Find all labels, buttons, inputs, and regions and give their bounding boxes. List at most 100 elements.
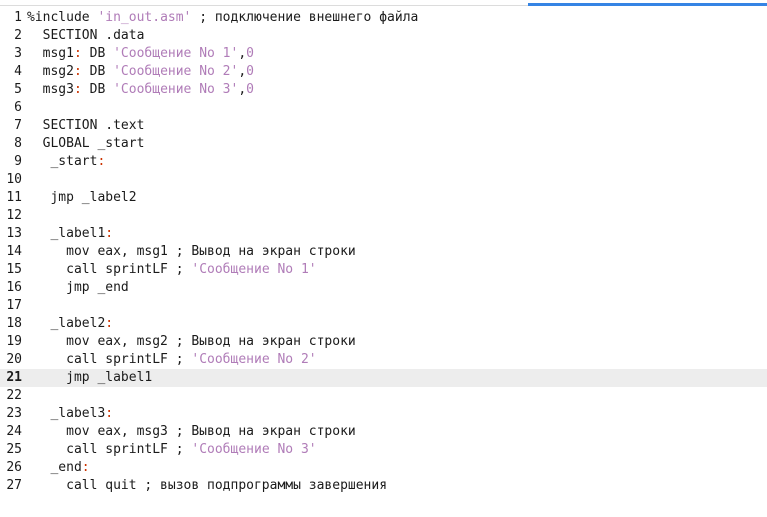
code-token: SECTION .data — [27, 28, 145, 43]
code-line[interactable]: 16 jmp _end — [0, 279, 767, 297]
code-token: jmp _label1 — [27, 370, 153, 385]
code-line[interactable]: 6 — [0, 99, 767, 117]
code-editor[interactable]: 1 %include 'in_out.asm' ; подключение вне… — [0, 9, 767, 495]
line-number: 20 — [6, 352, 22, 367]
code-line[interactable]: 26 _end: — [0, 459, 767, 477]
label-colon: : — [81, 460, 90, 475]
code-line[interactable]: 23 _label3: — [0, 405, 767, 423]
code-line[interactable]: 20 call sprintLF ; 'Сообщение No 2' — [0, 351, 767, 369]
code-line[interactable]: 27 call quit ; вызов подпрограммы заверш… — [0, 477, 767, 495]
code-line[interactable]: 22 — [0, 387, 767, 405]
code-token: GLOBAL _start — [27, 136, 145, 151]
code-text[interactable]: msg3: DB 'Сообщение No 3',0 — [27, 81, 254, 99]
line-number: 9 — [14, 154, 22, 169]
code-token: DB — [81, 82, 114, 97]
code-token: _end — [27, 460, 82, 475]
line-number: 18 — [6, 316, 22, 331]
code-text[interactable]: jmp _label1 — [27, 369, 152, 387]
code-token: mov eax, msg1 ; Вывод на экран строки — [27, 244, 356, 259]
code-line[interactable]: 17 — [0, 297, 767, 315]
code-text[interactable]: mov eax, msg3 ; Вывод на экран строки — [27, 423, 356, 441]
code-line[interactable]: 7 SECTION .text — [0, 117, 767, 135]
number-literal: 0 — [246, 64, 254, 79]
code-text[interactable]: call quit ; вызов подпрограммы завершени… — [27, 477, 387, 495]
line-number: 11 — [6, 190, 22, 205]
string-literal: 'Сообщение No 1' — [191, 262, 317, 277]
code-text[interactable]: _label1: — [27, 225, 113, 243]
code-text[interactable]: jmp _end — [27, 279, 129, 297]
code-line[interactable]: 8 GLOBAL _start — [0, 135, 767, 153]
line-number: 7 — [14, 118, 22, 133]
code-token: DB — [81, 64, 114, 79]
code-line[interactable]: 25 call sprintLF ; 'Сообщение No 3' — [0, 441, 767, 459]
code-text[interactable]: SECTION .data — [27, 27, 145, 45]
code-line[interactable]: 4 msg2: DB 'Сообщение No 2',0 — [0, 63, 767, 81]
line-number: 15 — [6, 262, 22, 277]
code-line[interactable]: 15 call sprintLF ; 'Сообщение No 1' — [0, 261, 767, 279]
line-number: 21 — [6, 370, 22, 385]
label-colon: : — [105, 316, 114, 331]
code-line[interactable]: 1 %include 'in_out.asm' ; подключение вне… — [0, 9, 767, 27]
line-number: 25 — [6, 442, 22, 457]
code-text[interactable]: mov eax, msg1 ; Вывод на экран строки — [27, 243, 356, 261]
code-token: call sprintLF ; — [27, 262, 192, 277]
code-line[interactable]: 3 msg1: DB 'Сообщение No 1',0 — [0, 45, 767, 63]
string-literal: 'in_out.asm' — [97, 10, 192, 25]
line-number: 26 — [6, 460, 22, 475]
line-number: 19 — [6, 334, 22, 349]
line-number: 8 — [14, 136, 22, 151]
code-line[interactable]: 14 mov eax, msg1 ; Вывод на экран строки — [0, 243, 767, 261]
code-token: jmp _end — [27, 280, 129, 295]
code-line[interactable]: 24 mov eax, msg3 ; Вывод на экран строки — [0, 423, 767, 441]
preprocessor-directive: %include — [27, 10, 98, 25]
code-line[interactable]: 5 msg3: DB 'Сообщение No 3',0 — [0, 81, 767, 99]
line-number: 23 — [6, 406, 22, 421]
code-text[interactable]: call sprintLF ; 'Сообщение No 2' — [27, 351, 316, 369]
code-line[interactable]: 10 — [0, 171, 767, 189]
code-text[interactable]: _end: — [27, 459, 90, 477]
code-line[interactable]: 19 mov eax, msg2 ; Вывод на экран строки — [0, 333, 767, 351]
line-number: 2 — [14, 28, 22, 43]
line-number: 14 — [6, 244, 22, 259]
string-literal: 'Сообщение No 3' — [191, 442, 317, 457]
code-line[interactable]: 9 _start: — [0, 153, 767, 171]
code-line[interactable]: 11 jmp _label2 — [0, 189, 767, 207]
code-text[interactable]: SECTION .text — [27, 117, 145, 135]
code-text[interactable]: msg2: DB 'Сообщение No 2',0 — [27, 63, 254, 81]
line-number: 1 — [14, 10, 22, 25]
code-text[interactable]: jmp _label2 — [27, 189, 136, 207]
code-token: mov eax, msg3 ; Вывод на экран строки — [27, 424, 356, 439]
code-text[interactable]: msg1: DB 'Сообщение No 1',0 — [27, 45, 254, 63]
code-text[interactable]: mov eax, msg2 ; Вывод на экран строки — [27, 333, 356, 351]
code-text[interactable]: %include 'in_out.asm' ; подключение внеш… — [27, 9, 418, 27]
line-number: 3 — [14, 46, 22, 61]
code-line[interactable]: 12 — [0, 207, 767, 225]
current-code-line[interactable]: 21 jmp _label1 — [0, 369, 767, 387]
number-literal: 0 — [246, 82, 254, 97]
code-token: , — [238, 82, 247, 97]
code-line[interactable]: 2 SECTION .data — [0, 27, 767, 45]
line-number: 12 — [6, 208, 22, 223]
label-colon: : — [105, 406, 114, 421]
code-token: ; подключение внешнего файла — [191, 10, 419, 25]
code-text[interactable]: _start: — [27, 153, 105, 171]
code-token: SECTION .text — [27, 118, 145, 133]
code-text[interactable]: _label2: — [27, 315, 113, 333]
code-text[interactable]: call sprintLF ; 'Сообщение No 1' — [27, 261, 317, 279]
line-number: 27 — [6, 478, 22, 493]
code-token: DB — [81, 46, 114, 61]
code-text[interactable]: _label3: — [27, 405, 113, 423]
code-token: _label3 — [27, 406, 106, 421]
code-line[interactable]: 13 _label1: — [0, 225, 767, 243]
string-literal: 'Сообщение No 1' — [113, 46, 239, 61]
code-line[interactable]: 18 _label2: — [0, 315, 767, 333]
label-colon: : — [97, 154, 106, 169]
active-tab-indicator[interactable] — [528, 3, 767, 6]
code-text[interactable]: GLOBAL _start — [27, 135, 145, 153]
code-token: , — [238, 46, 247, 61]
line-number: 6 — [14, 100, 22, 115]
string-literal: 'Сообщение No 2' — [113, 64, 239, 79]
code-token: call sprintLF ; — [27, 352, 192, 367]
code-token: call sprintLF ; — [27, 442, 192, 457]
code-text[interactable]: call sprintLF ; 'Сообщение No 3' — [27, 441, 317, 459]
